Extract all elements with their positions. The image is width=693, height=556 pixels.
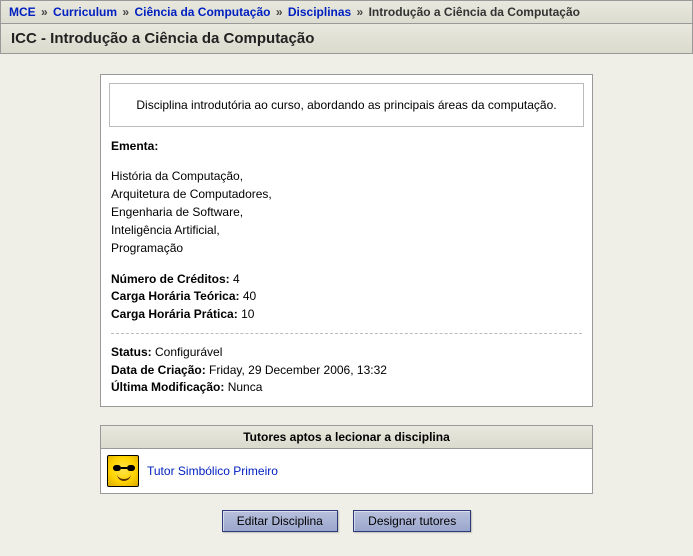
tutor-link[interactable]: Tutor Simbólico Primeiro <box>147 464 278 478</box>
breadcrumb-link-disciplinas[interactable]: Disciplinas <box>288 5 351 19</box>
breadcrumb-sep: » <box>355 5 366 19</box>
divider <box>111 333 582 334</box>
created-row: Data de Criação: Friday, 29 December 200… <box>111 362 582 379</box>
credits-label: Número de Créditos: <box>111 272 230 286</box>
ementa-line: Programação <box>111 239 582 257</box>
tutors-card: Tutores aptos a lecionar a disciplina Tu… <box>100 425 593 494</box>
intro-description: Disciplina introdutória ao curso, aborda… <box>109 83 584 127</box>
created-value: Friday, 29 December 2006, 13:32 <box>209 363 387 377</box>
ementa-line: Engenharia de Software, <box>111 203 582 221</box>
breadcrumb: MCE » Curriculum » Ciência da Computação… <box>0 0 693 24</box>
page-title: ICC - Introdução a Ciência da Computação <box>0 24 693 54</box>
teorica-row: Carga Horária Teórica: 40 <box>111 288 582 305</box>
status-row: Status: Configurável <box>111 344 582 361</box>
status-label: Status: <box>111 345 152 359</box>
modified-row: Última Modificação: Nunca <box>111 379 582 396</box>
breadcrumb-sep: » <box>274 5 285 19</box>
breadcrumb-link-ciencia[interactable]: Ciência da Computação <box>134 5 270 19</box>
modified-label: Última Modificação: <box>111 380 224 394</box>
avatar[interactable] <box>107 455 139 487</box>
action-buttons: Editar Disciplina Designar tutores <box>100 494 593 536</box>
sunglasses-icon <box>113 465 135 471</box>
discipline-card: Disciplina introdutória ao curso, aborda… <box>100 74 593 407</box>
modified-value: Nunca <box>228 380 263 394</box>
breadcrumb-sep: » <box>39 5 50 19</box>
pratica-label: Carga Horária Prática: <box>111 307 238 321</box>
breadcrumb-link-mce[interactable]: MCE <box>9 5 36 19</box>
tutors-body: Tutor Simbólico Primeiro <box>101 449 592 493</box>
teorica-value: 40 <box>243 289 256 303</box>
discipline-details: Ementa: História da Computação, Arquitet… <box>101 135 592 406</box>
breadcrumb-current: Introdução a Ciência da Computação <box>369 5 580 19</box>
breadcrumb-sep: » <box>120 5 131 19</box>
breadcrumb-link-curriculum[interactable]: Curriculum <box>53 5 117 19</box>
credits-value: 4 <box>233 272 240 286</box>
ementa-content: História da Computação, Arquitetura de C… <box>111 167 582 257</box>
ementa-line: Arquitetura de Computadores, <box>111 185 582 203</box>
pratica-row: Carga Horária Prática: 10 <box>111 306 582 323</box>
teorica-label: Carga Horária Teórica: <box>111 289 240 303</box>
credits-row: Número de Créditos: 4 <box>111 271 582 288</box>
created-label: Data de Criação: <box>111 363 206 377</box>
pratica-value: 10 <box>241 307 254 321</box>
main-content: Disciplina introdutória ao curso, aborda… <box>0 54 693 556</box>
ementa-label: Ementa: <box>111 139 582 153</box>
ementa-line: Inteligência Artificial, <box>111 221 582 239</box>
ementa-line: História da Computação, <box>111 167 582 185</box>
tutors-header: Tutores aptos a lecionar a disciplina <box>101 426 592 449</box>
edit-discipline-button[interactable]: Editar Disciplina <box>222 510 338 532</box>
assign-tutors-button[interactable]: Designar tutores <box>353 510 471 532</box>
status-value: Configurável <box>155 345 222 359</box>
